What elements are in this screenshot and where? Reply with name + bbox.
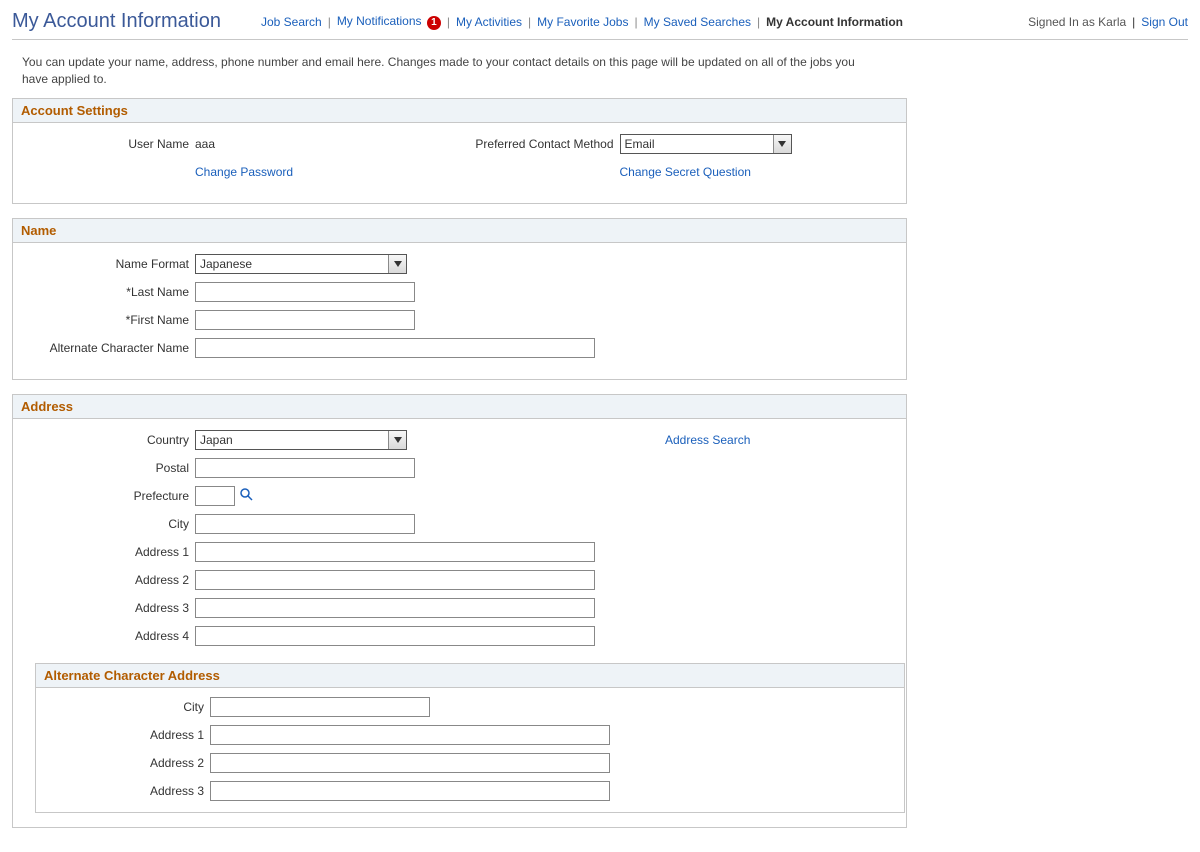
change-secret-question-link[interactable]: Change Secret Question (620, 165, 751, 179)
user-name-value: aaa (195, 137, 215, 151)
dropdown-arrow-icon (388, 255, 406, 273)
city-input[interactable] (195, 514, 415, 534)
nav-sep: | (634, 15, 637, 29)
address-section-header: Address (13, 395, 906, 419)
country-select[interactable]: Japan (195, 430, 407, 450)
nav-my-account-information: My Account Information (766, 15, 903, 29)
country-value: Japan (196, 431, 384, 449)
preferred-contact-method-label: Preferred Contact Method (460, 137, 620, 151)
signed-in-as: Signed In as Karla (1028, 15, 1126, 29)
postal-input[interactable] (195, 458, 415, 478)
nav-sep: | (328, 15, 331, 29)
first-name-label: *First Name (25, 313, 195, 327)
address2-input[interactable] (195, 570, 595, 590)
address3-label: Address 3 (25, 601, 195, 615)
name-format-value: Japanese (196, 255, 384, 273)
account-settings-section: Account Settings User Name aaa Change Pa… (12, 98, 907, 204)
name-format-label: Name Format (25, 257, 195, 271)
first-name-input[interactable] (195, 310, 415, 330)
alternate-character-name-label: Alternate Character Name (25, 341, 195, 355)
nav-my-activities[interactable]: My Activities (456, 15, 522, 29)
alt-address3-input[interactable] (210, 781, 610, 801)
notifications-badge: 1 (427, 16, 441, 30)
address1-input[interactable] (195, 542, 595, 562)
alt-address2-label: Address 2 (40, 756, 210, 770)
nav-sep: | (757, 15, 760, 29)
address1-label: Address 1 (25, 545, 195, 559)
nav-sep: | (1132, 15, 1135, 29)
alt-address1-label: Address 1 (40, 728, 210, 742)
alt-address2-input[interactable] (210, 753, 610, 773)
top-bar: My Account Information Job Search | My N… (12, 10, 1188, 40)
address3-input[interactable] (195, 598, 595, 618)
address2-label: Address 2 (25, 573, 195, 587)
prefecture-input[interactable] (195, 486, 235, 506)
nav-my-favorite-jobs[interactable]: My Favorite Jobs (537, 15, 628, 29)
name-section: Name Name Format Japanese *Last Name *Fi… (12, 218, 907, 380)
last-name-label: *Last Name (25, 285, 195, 299)
address4-label: Address 4 (25, 629, 195, 643)
nav-my-saved-searches[interactable]: My Saved Searches (644, 15, 751, 29)
name-section-header: Name (13, 219, 906, 243)
prefecture-label: Prefecture (25, 489, 195, 503)
user-name-label: User Name (25, 137, 195, 151)
alt-address3-label: Address 3 (40, 784, 210, 798)
top-nav: Job Search | My Notifications 1 | My Act… (261, 14, 903, 30)
prefecture-lookup-icon[interactable] (239, 487, 253, 504)
page-title: My Account Information (12, 10, 221, 33)
intro-text: You can update your name, address, phone… (22, 54, 882, 88)
nav-job-search[interactable]: Job Search (261, 15, 322, 29)
alt-address1-input[interactable] (210, 725, 610, 745)
right-nav: Signed In as Karla | Sign Out (1028, 15, 1188, 29)
postal-label: Postal (25, 461, 195, 475)
nav-sep: | (447, 15, 450, 29)
change-password-link[interactable]: Change Password (195, 165, 293, 179)
alt-city-input[interactable] (210, 697, 430, 717)
preferred-contact-method-value: Email (621, 135, 791, 153)
city-label: City (25, 517, 195, 531)
account-settings-header: Account Settings (13, 99, 906, 123)
alternate-character-name-input[interactable] (195, 338, 595, 358)
dropdown-arrow-icon (773, 135, 791, 153)
nav-sep: | (528, 15, 531, 29)
address4-input[interactable] (195, 626, 595, 646)
sign-out-link[interactable]: Sign Out (1141, 15, 1188, 29)
dropdown-arrow-icon (388, 431, 406, 449)
alt-address-section: Alternate Character Address City Address… (35, 663, 905, 813)
preferred-contact-method-select[interactable]: Email (620, 134, 792, 154)
last-name-input[interactable] (195, 282, 415, 302)
country-label: Country (25, 433, 195, 447)
address-section: Address Country Japan Postal (12, 394, 907, 828)
alt-city-label: City (40, 700, 210, 714)
address-search-link[interactable]: Address Search (665, 433, 750, 447)
alt-address-header: Alternate Character Address (36, 664, 904, 688)
nav-my-notifications[interactable]: My Notifications 1 (337, 14, 441, 30)
nav-my-notifications-label: My Notifications (337, 14, 422, 28)
name-format-select[interactable]: Japanese (195, 254, 407, 274)
